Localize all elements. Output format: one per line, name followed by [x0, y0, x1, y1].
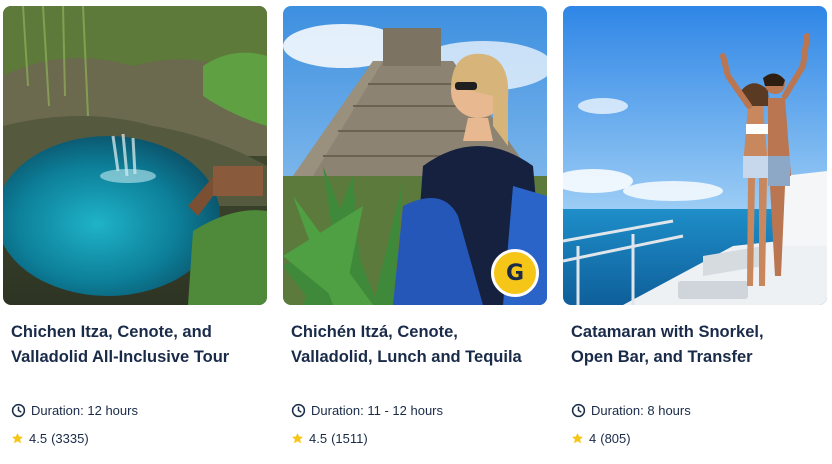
tour-title-line: Valladolid All-Inclusive Tour [11, 348, 230, 366]
tour-rating: 4 (805) [571, 431, 631, 446]
pyramid-photo[interactable]: G [283, 6, 547, 305]
tour-card[interactable]: Catamaran with Snorkel, Open Bar, and Tr… [563, 6, 827, 458]
cenote-photo[interactable] [3, 6, 267, 305]
tour-title[interactable]: Chichén Itzá, Cenote, Valladolid, Lunch … [291, 320, 543, 370]
tour-title[interactable]: Catamaran with Snorkel, Open Bar, and Tr… [571, 320, 823, 370]
tour-duration: Duration: 11 - 12 hours [291, 403, 443, 418]
star-icon [11, 432, 24, 444]
tour-title-line: Open Bar, and Transfer [571, 348, 753, 366]
clock-icon [291, 403, 306, 418]
badge: G [491, 249, 539, 297]
rating-value: 4 [589, 431, 597, 446]
duration-value: 12 hours [87, 403, 138, 418]
clock-icon [11, 403, 26, 418]
duration-label: Duration: [591, 403, 644, 418]
tour-duration: Duration: 12 hours [11, 403, 138, 418]
duration-value: 8 hours [647, 403, 691, 418]
tour-title[interactable]: Chichen Itza, Cenote, and Valladolid All… [11, 320, 263, 370]
tour-title-line: Chichen Itza, Cenote, and [11, 323, 212, 341]
tour-title-line: Catamaran with Snorkel, [571, 323, 764, 341]
review-count: (805) [600, 431, 631, 446]
rating-value: 4.5 [29, 431, 48, 446]
duration-label: Duration: [31, 403, 84, 418]
tour-card[interactable]: G Chichén Itzá, Cenote, Valladolid, Lunc… [283, 6, 547, 458]
tour-rating: 4.5 (3335) [11, 431, 89, 446]
tour-title-line: Valladolid, Lunch and Tequila [291, 348, 522, 366]
star-icon [571, 432, 584, 444]
star-icon [291, 432, 304, 444]
tour-card[interactable]: Chichen Itza, Cenote, and Valladolid All… [3, 6, 267, 458]
clock-icon [571, 403, 586, 418]
tour-card-grid: Chichen Itza, Cenote, and Valladolid All… [0, 0, 832, 464]
duration-value: 11 - 12 hours [367, 403, 444, 418]
review-count: (1511) [331, 431, 368, 446]
rating-value: 4.5 [309, 431, 328, 446]
tour-title-line: Chichén Itzá, Cenote, [291, 323, 458, 341]
review-count: (3335) [51, 431, 89, 446]
tour-duration: Duration: 8 hours [571, 403, 691, 418]
catamaran-photo[interactable] [563, 6, 827, 305]
duration-label: Duration: [311, 403, 364, 418]
tour-rating: 4.5 (1511) [291, 431, 368, 446]
